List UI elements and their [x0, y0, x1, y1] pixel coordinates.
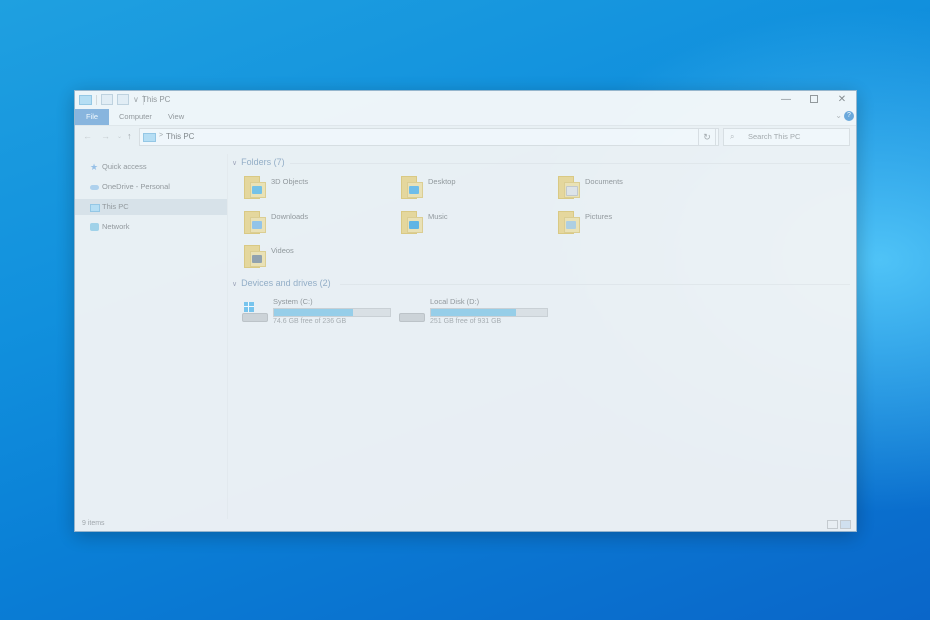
refresh-button[interactable]: ↻ [698, 128, 716, 146]
search-icon: ⌕ [730, 132, 735, 141]
folder-videos[interactable]: Videos [244, 243, 394, 275]
close-button[interactable]: ✕ [828, 91, 856, 109]
chevron-down-icon: ∨ [232, 160, 238, 167]
drive-usage-bar [430, 308, 548, 317]
search-input[interactable]: ⌕ Search This PC [723, 128, 850, 146]
help-button[interactable]: ? [844, 111, 854, 121]
address-bar[interactable]: > This PC ⌄ [139, 128, 719, 146]
sidebar-item-label: OneDrive - Personal [102, 182, 170, 191]
pictures-folder-icon [558, 211, 580, 234]
network-icon [90, 223, 99, 231]
folder-pictures[interactable]: Pictures [558, 209, 708, 241]
sidebar-item-label: Quick access [102, 162, 147, 171]
folders-group-title: Folders (7) [241, 157, 285, 167]
drives-group-title: Devices and drives (2) [241, 278, 331, 288]
breadcrumb-separator[interactable]: > [159, 132, 163, 139]
drive-usage-fill [431, 309, 516, 316]
up-button[interactable]: ↑ [127, 131, 132, 141]
recent-locations-button[interactable]: ⌄ [117, 133, 122, 140]
folder-label: Music [428, 212, 448, 221]
folder-desktop[interactable]: Desktop [401, 174, 551, 206]
folder-label: Downloads [271, 212, 309, 221]
desktop-folder-icon [401, 176, 423, 199]
folder-label: Videos [271, 246, 294, 255]
navigation-pane: ★ Quick access OneDrive - Personal This … [75, 154, 228, 519]
chevron-down-icon: ∨ [232, 281, 238, 288]
tab-computer[interactable]: Computer [119, 109, 152, 125]
drives-group-header[interactable]: ∨ Devices and drives (2) [232, 278, 331, 288]
drive-usage-bar [273, 308, 391, 317]
drive-label: System (C:) [273, 297, 313, 306]
back-button[interactable]: ← [83, 131, 92, 141]
sidebar-item-onedrive[interactable]: OneDrive - Personal [75, 179, 227, 195]
videos-folder-icon [244, 245, 266, 268]
drive-free-space: 74.6 GB free of 236 GB [273, 318, 347, 325]
breadcrumb-this-pc[interactable]: This PC [166, 132, 194, 141]
drive-usage-fill [274, 309, 353, 316]
details-view-button[interactable] [827, 520, 838, 529]
expand-ribbon-button[interactable]: ⌄ [835, 111, 842, 120]
drive-free-space: 251 GB free of 931 GB [430, 318, 502, 325]
address-row: ← → ⌄ ↑ > This PC ⌄ ↻ ⌕ Search This PC [75, 126, 856, 148]
drive-system-c[interactable]: System (C:) 74.6 GB free of 236 GB [242, 297, 397, 333]
sidebar-item-label: Network [102, 222, 130, 231]
sidebar-item-label: This PC [102, 202, 129, 211]
cloud-icon [90, 185, 99, 190]
divider [96, 94, 97, 105]
computer-icon [143, 133, 156, 142]
divider [290, 163, 850, 164]
music-folder-icon [401, 211, 423, 234]
window-title: This PC [142, 95, 171, 104]
hard-drive-icon [399, 301, 425, 323]
sidebar-item-network[interactable]: Network [75, 219, 227, 235]
sidebar-item-quick-access[interactable]: ★ Quick access [75, 159, 227, 175]
folder-documents[interactable]: Documents [558, 174, 708, 206]
tab-view[interactable]: View [168, 109, 184, 125]
maximize-icon [810, 95, 818, 104]
forward-button[interactable]: → [101, 131, 110, 141]
quick-access-toolbar: ∨ [79, 94, 144, 105]
maximize-button[interactable] [800, 91, 828, 109]
folder-downloads[interactable]: Downloads [244, 209, 394, 241]
documents-folder-icon [558, 176, 580, 199]
content-area: ∨ Folders (7) 3D Objects Desktop Document… [228, 154, 856, 519]
title-bar: ∨ This PC — ✕ [75, 91, 856, 109]
folder-label: 3D Objects [271, 177, 309, 186]
computer-icon [90, 204, 100, 212]
folder-label: Documents [585, 177, 623, 186]
drive-label: Local Disk (D:) [430, 297, 480, 306]
ribbon-tabs: File Computer View ⌄ ? [75, 109, 856, 126]
properties-icon[interactable] [101, 94, 113, 105]
windows-drive-icon [242, 301, 268, 323]
folder-3d-objects[interactable]: 3D Objects [244, 174, 394, 206]
star-icon: ★ [90, 162, 99, 172]
folder-label: Pictures [585, 212, 613, 221]
3d-objects-folder-icon [244, 176, 266, 199]
item-count: 9 items [82, 520, 105, 527]
folders-group-header[interactable]: ∨ Folders (7) [232, 157, 285, 167]
minimize-button[interactable]: — [772, 91, 800, 109]
folder-label: Desktop [428, 177, 456, 186]
new-folder-icon[interactable] [117, 94, 129, 105]
computer-icon [79, 94, 92, 105]
large-icons-view-button[interactable] [840, 520, 851, 529]
status-bar: 9 items [75, 517, 856, 531]
file-explorer-window: ∨ This PC — ✕ File Computer View ⌄ ? ← →… [74, 90, 857, 532]
customize-toolbar-icon[interactable]: ∨ [133, 95, 139, 104]
search-placeholder: Search This PC [748, 132, 801, 141]
folder-music[interactable]: Music [401, 209, 551, 241]
downloads-folder-icon [244, 211, 266, 234]
divider [340, 284, 850, 285]
sidebar-item-this-pc[interactable]: This PC [75, 199, 227, 215]
drive-local-d[interactable]: Local Disk (D:) 251 GB free of 931 GB [399, 297, 554, 333]
tab-file[interactable]: File [75, 109, 109, 125]
